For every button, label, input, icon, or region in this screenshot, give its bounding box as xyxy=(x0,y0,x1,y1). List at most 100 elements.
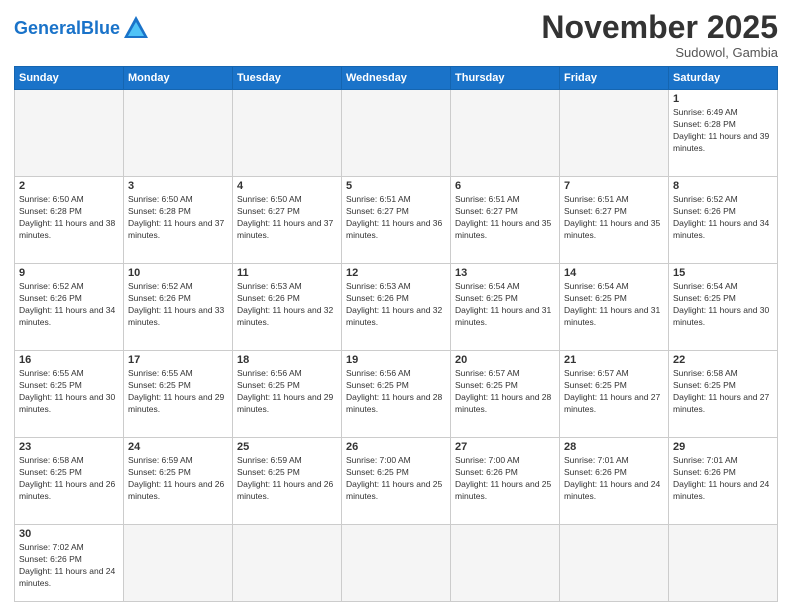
calendar-cell: 13 Sunrise: 6:54 AM Sunset: 6:25 PM Dayli… xyxy=(451,264,560,351)
calendar-cell: 1 Sunrise: 6:49 AM Sunset: 6:28 PM Daylig… xyxy=(669,90,778,177)
day-number: 25 xyxy=(237,441,337,453)
day-info: Sunrise: 7:01 AM Sunset: 6:26 PM Dayligh… xyxy=(564,455,664,503)
day-info: Sunrise: 6:53 AM Sunset: 6:26 PM Dayligh… xyxy=(237,281,337,329)
day-info: Sunrise: 7:00 AM Sunset: 6:25 PM Dayligh… xyxy=(346,455,446,503)
day-number: 20 xyxy=(455,354,555,366)
page: GeneralBlue November 2025 Sudowol, Gambi… xyxy=(0,0,792,612)
calendar-cell: 27 Sunrise: 7:00 AM Sunset: 6:26 PM Dayli… xyxy=(451,438,560,525)
day-number: 23 xyxy=(19,441,119,453)
calendar-cell: 6 Sunrise: 6:51 AM Sunset: 6:27 PM Daylig… xyxy=(451,177,560,264)
day-number: 26 xyxy=(346,441,446,453)
day-number: 7 xyxy=(564,180,664,192)
day-info: Sunrise: 6:49 AM Sunset: 6:28 PM Dayligh… xyxy=(673,107,773,155)
day-info: Sunrise: 6:51 AM Sunset: 6:27 PM Dayligh… xyxy=(564,194,664,242)
day-number: 21 xyxy=(564,354,664,366)
calendar-cell: 25 Sunrise: 6:59 AM Sunset: 6:25 PM Dayli… xyxy=(233,438,342,525)
day-info: Sunrise: 6:54 AM Sunset: 6:25 PM Dayligh… xyxy=(564,281,664,329)
day-number: 6 xyxy=(455,180,555,192)
calendar-week-2: 9 Sunrise: 6:52 AM Sunset: 6:26 PM Daylig… xyxy=(15,264,778,351)
day-info: Sunrise: 6:52 AM Sunset: 6:26 PM Dayligh… xyxy=(673,194,773,242)
calendar-cell: 21 Sunrise: 6:57 AM Sunset: 6:25 PM Dayli… xyxy=(560,351,669,438)
day-info: Sunrise: 6:56 AM Sunset: 6:25 PM Dayligh… xyxy=(346,368,446,416)
day-info: Sunrise: 7:01 AM Sunset: 6:26 PM Dayligh… xyxy=(673,455,773,503)
day-number: 13 xyxy=(455,267,555,279)
weekday-header-thursday: Thursday xyxy=(451,67,560,90)
calendar-week-5: 30 Sunrise: 7:02 AM Sunset: 6:26 PM Dayli… xyxy=(15,525,778,602)
day-info: Sunrise: 6:51 AM Sunset: 6:27 PM Dayligh… xyxy=(455,194,555,242)
header: GeneralBlue November 2025 Sudowol, Gambi… xyxy=(14,10,778,60)
day-info: Sunrise: 6:54 AM Sunset: 6:25 PM Dayligh… xyxy=(673,281,773,329)
calendar-cell: 29 Sunrise: 7:01 AM Sunset: 6:26 PM Dayli… xyxy=(669,438,778,525)
day-number: 17 xyxy=(128,354,228,366)
day-info: Sunrise: 6:50 AM Sunset: 6:27 PM Dayligh… xyxy=(237,194,337,242)
calendar-cell: 18 Sunrise: 6:56 AM Sunset: 6:25 PM Dayli… xyxy=(233,351,342,438)
day-info: Sunrise: 6:51 AM Sunset: 6:27 PM Dayligh… xyxy=(346,194,446,242)
weekday-header-sunday: Sunday xyxy=(15,67,124,90)
calendar-cell: 23 Sunrise: 6:58 AM Sunset: 6:25 PM Dayli… xyxy=(15,438,124,525)
calendar-week-0: 1 Sunrise: 6:49 AM Sunset: 6:28 PM Daylig… xyxy=(15,90,778,177)
weekday-row: SundayMondayTuesdayWednesdayThursdayFrid… xyxy=(15,67,778,90)
day-number: 27 xyxy=(455,441,555,453)
calendar-week-1: 2 Sunrise: 6:50 AM Sunset: 6:28 PM Daylig… xyxy=(15,177,778,264)
calendar-header: SundayMondayTuesdayWednesdayThursdayFrid… xyxy=(15,67,778,90)
logo-text: GeneralBlue xyxy=(14,19,120,37)
day-number: 4 xyxy=(237,180,337,192)
day-number: 9 xyxy=(19,267,119,279)
calendar-cell: 9 Sunrise: 6:52 AM Sunset: 6:26 PM Daylig… xyxy=(15,264,124,351)
day-info: Sunrise: 6:52 AM Sunset: 6:26 PM Dayligh… xyxy=(19,281,119,329)
calendar-cell xyxy=(342,525,451,602)
day-number: 2 xyxy=(19,180,119,192)
day-number: 3 xyxy=(128,180,228,192)
day-info: Sunrise: 6:50 AM Sunset: 6:28 PM Dayligh… xyxy=(19,194,119,242)
day-number: 1 xyxy=(673,93,773,105)
day-info: Sunrise: 6:57 AM Sunset: 6:25 PM Dayligh… xyxy=(564,368,664,416)
day-info: Sunrise: 6:59 AM Sunset: 6:25 PM Dayligh… xyxy=(128,455,228,503)
calendar-cell: 20 Sunrise: 6:57 AM Sunset: 6:25 PM Dayli… xyxy=(451,351,560,438)
calendar-cell: 7 Sunrise: 6:51 AM Sunset: 6:27 PM Daylig… xyxy=(560,177,669,264)
calendar-cell xyxy=(451,525,560,602)
calendar-cell xyxy=(560,525,669,602)
calendar-cell: 3 Sunrise: 6:50 AM Sunset: 6:28 PM Daylig… xyxy=(124,177,233,264)
day-number: 29 xyxy=(673,441,773,453)
calendar-cell: 17Sunrise: 6:55 AM Sunset: 6:25 PM Dayli… xyxy=(124,351,233,438)
weekday-header-tuesday: Tuesday xyxy=(233,67,342,90)
calendar-cell: 10 Sunrise: 6:52 AM Sunset: 6:26 PM Dayli… xyxy=(124,264,233,351)
calendar-week-3: 16Sunrise: 6:55 AM Sunset: 6:25 PM Dayli… xyxy=(15,351,778,438)
day-info: Sunrise: 7:02 AM Sunset: 6:26 PM Dayligh… xyxy=(19,542,119,590)
day-info: Sunrise: 6:58 AM Sunset: 6:25 PM Dayligh… xyxy=(19,455,119,503)
day-info: Sunrise: 6:59 AM Sunset: 6:25 PM Dayligh… xyxy=(237,455,337,503)
day-info: Sunrise: 6:52 AM Sunset: 6:26 PM Dayligh… xyxy=(128,281,228,329)
weekday-header-saturday: Saturday xyxy=(669,67,778,90)
day-number: 8 xyxy=(673,180,773,192)
day-number: 18 xyxy=(237,354,337,366)
calendar-cell: 24Sunrise: 6:59 AM Sunset: 6:25 PM Dayli… xyxy=(124,438,233,525)
day-number: 30 xyxy=(19,528,119,540)
calendar-cell: 19Sunrise: 6:56 AM Sunset: 6:25 PM Dayli… xyxy=(342,351,451,438)
calendar-cell xyxy=(124,90,233,177)
day-info: Sunrise: 6:55 AM Sunset: 6:25 PM Dayligh… xyxy=(19,368,119,416)
calendar-cell xyxy=(669,525,778,602)
calendar-cell: 4 Sunrise: 6:50 AM Sunset: 6:27 PM Daylig… xyxy=(233,177,342,264)
day-info: Sunrise: 6:54 AM Sunset: 6:25 PM Dayligh… xyxy=(455,281,555,329)
title-block: November 2025 Sudowol, Gambia xyxy=(541,10,778,60)
calendar-cell xyxy=(124,525,233,602)
logo-blue: Blue xyxy=(81,18,120,38)
logo-icon xyxy=(122,14,150,42)
location: Sudowol, Gambia xyxy=(541,45,778,60)
calendar-week-4: 23 Sunrise: 6:58 AM Sunset: 6:25 PM Dayli… xyxy=(15,438,778,525)
logo-general: General xyxy=(14,18,81,38)
day-number: 12 xyxy=(346,267,446,279)
calendar-cell xyxy=(451,90,560,177)
day-number: 5 xyxy=(346,180,446,192)
month-title: November 2025 xyxy=(541,10,778,45)
day-info: Sunrise: 6:56 AM Sunset: 6:25 PM Dayligh… xyxy=(237,368,337,416)
calendar-cell: 26 Sunrise: 7:00 AM Sunset: 6:25 PM Dayli… xyxy=(342,438,451,525)
calendar-cell: 28Sunrise: 7:01 AM Sunset: 6:26 PM Dayli… xyxy=(560,438,669,525)
day-number: 14 xyxy=(564,267,664,279)
day-info: Sunrise: 6:53 AM Sunset: 6:26 PM Dayligh… xyxy=(346,281,446,329)
day-number: 10 xyxy=(128,267,228,279)
day-info: Sunrise: 6:50 AM Sunset: 6:28 PM Dayligh… xyxy=(128,194,228,242)
calendar-cell: 22Sunrise: 6:58 AM Sunset: 6:25 PM Dayli… xyxy=(669,351,778,438)
day-info: Sunrise: 7:00 AM Sunset: 6:26 PM Dayligh… xyxy=(455,455,555,503)
day-info: Sunrise: 6:57 AM Sunset: 6:25 PM Dayligh… xyxy=(455,368,555,416)
